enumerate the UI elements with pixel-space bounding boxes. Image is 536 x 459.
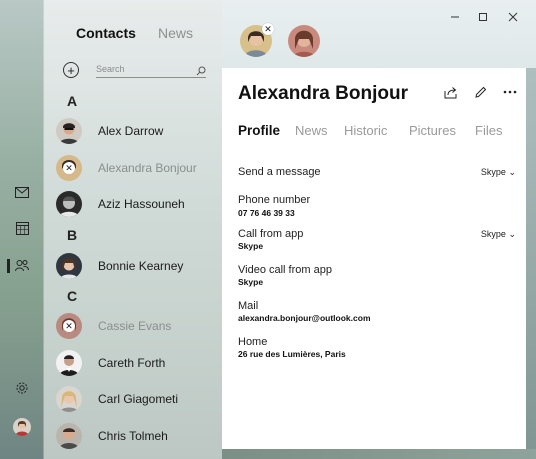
tab-profile[interactable]: Profile <box>238 123 280 138</box>
chevron-down-icon: ⌄ <box>508 229 516 239</box>
tab-files[interactable]: Files <box>475 123 502 138</box>
section-header-b: B <box>67 227 78 243</box>
search-icon <box>196 63 206 81</box>
home-label: Home <box>238 336 268 348</box>
add-contact-button[interactable]: + <box>63 62 79 78</box>
settings-icon[interactable] <box>14 380 30 396</box>
contact-name: Carl Giagometi <box>98 392 179 406</box>
send-message-app-select[interactable]: Skype ⌄ <box>481 167 516 178</box>
background-edge <box>526 68 536 459</box>
list-item[interactable]: ✕ Cassie Evans <box>56 311 222 341</box>
avatar <box>56 386 82 412</box>
call-from-app-label[interactable]: Call from app <box>238 228 303 240</box>
chevron-down-icon: ⌄ <box>508 167 516 177</box>
unpin-close-icon[interactable]: ✕ <box>262 23 274 35</box>
video-call-label[interactable]: Video call from app <box>238 264 332 276</box>
send-message-label[interactable]: Send a message <box>238 166 321 178</box>
mail-icon[interactable] <box>14 184 30 200</box>
avatar[interactable] <box>13 418 31 436</box>
avatar <box>56 423 82 449</box>
avatar <box>56 118 82 144</box>
tab-news[interactable]: News <box>295 123 328 138</box>
avatar <box>56 253 82 279</box>
contact-detail-card: Alexandra Bonjour Profile News Historic … <box>222 68 526 449</box>
more-icon[interactable] <box>502 84 518 100</box>
phone-value[interactable]: 07 76 46 39 33 <box>238 208 295 218</box>
pinned-contact-avatar[interactable] <box>288 25 320 57</box>
phone-label: Phone number <box>238 194 311 206</box>
people-icon[interactable] <box>14 257 30 273</box>
maximize-icon[interactable] <box>476 10 490 24</box>
unpin-close-icon[interactable]: ✕ <box>63 320 75 332</box>
tab-news[interactable]: News <box>158 25 193 41</box>
video-call-value: Skype <box>238 277 264 287</box>
dropdown-value: Skype <box>480 229 506 239</box>
call-app-select[interactable]: Skype ⌄ <box>481 229 516 240</box>
tab-historic[interactable]: Historic <box>344 123 387 138</box>
mail-label: Mail <box>238 300 259 312</box>
list-item[interactable]: Bonnie Kearney <box>56 251 222 281</box>
tab-contacts[interactable]: Contacts <box>76 25 136 41</box>
contact-name: Aziz Hassouneh <box>98 197 185 211</box>
avatar: ✕ <box>56 155 82 181</box>
search-input[interactable]: Search <box>96 62 206 78</box>
minimize-icon[interactable] <box>448 10 462 24</box>
avatar <box>56 350 82 376</box>
section-header-a: A <box>67 93 78 109</box>
home-address-value[interactable]: 26 rue des Lumières, Paris <box>238 349 346 359</box>
active-indicator <box>7 259 10 273</box>
list-item[interactable]: ✕ Alexandra Bonjour <box>56 153 222 183</box>
search-placeholder: Search <box>96 64 125 74</box>
list-item[interactable]: Aziz Hassouneh <box>56 189 222 219</box>
contact-name: Alex Darrow <box>98 124 164 138</box>
list-item[interactable]: Alex Darrow <box>56 116 222 146</box>
dropdown-value: Skype <box>480 167 506 177</box>
contact-name: Cassie Evans <box>98 319 172 333</box>
calendar-icon[interactable] <box>14 220 30 236</box>
close-icon[interactable] <box>506 10 520 24</box>
contact-name: Chris Tolmeh <box>98 429 168 443</box>
mail-value[interactable]: alexandra.bonjour@outlook.com <box>238 313 371 323</box>
edit-icon[interactable] <box>472 84 488 100</box>
contact-name-heading: Alexandra Bonjour <box>238 83 408 104</box>
list-item[interactable]: Carl Giagometi <box>56 384 222 414</box>
unpin-close-icon[interactable]: ✕ <box>63 162 75 174</box>
background-edge <box>222 449 536 459</box>
avatar <box>56 191 82 217</box>
call-from-app-value: Skype <box>238 241 264 251</box>
contact-name: Alexandra Bonjour <box>98 161 197 175</box>
avatar: ✕ <box>56 313 82 339</box>
tab-pictures[interactable]: Pictures <box>409 123 456 138</box>
section-header-c: C <box>67 288 78 304</box>
contact-name: Careth Forth <box>98 356 166 370</box>
list-item[interactable]: Careth Forth <box>56 348 222 378</box>
contact-name: Bonnie Kearney <box>98 259 184 273</box>
list-item[interactable]: Chris Tolmeh <box>56 421 222 451</box>
share-icon[interactable] <box>442 84 458 100</box>
